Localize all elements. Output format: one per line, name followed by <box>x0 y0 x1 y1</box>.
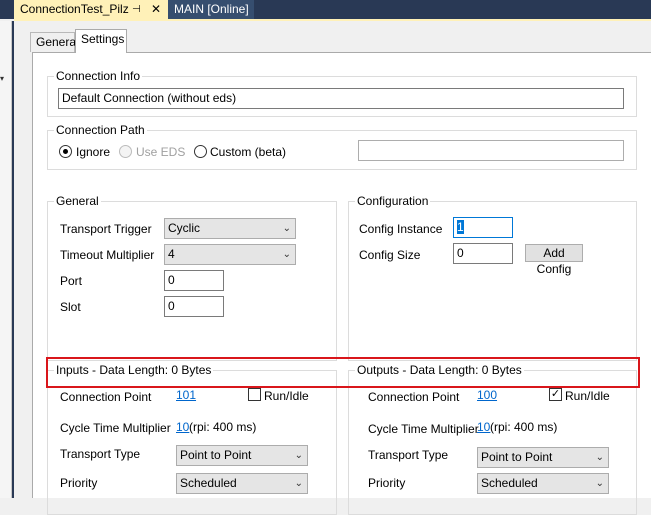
rpi-text: (rpi: 400 ms) <box>490 420 558 434</box>
close-icon[interactable]: ✕ <box>151 0 161 19</box>
port-label: Port <box>60 274 83 288</box>
chevron-down-icon: ⌄ <box>282 249 291 260</box>
tab-general[interactable]: General <box>30 32 79 52</box>
port-input[interactable]: 0 <box>164 270 224 291</box>
cycle-time-multiplier-link[interactable]: 10 <box>477 420 490 434</box>
selected-value: Cyclic <box>168 221 200 235</box>
dropdown-arrow-icon[interactable]: ▾ <box>0 74 11 84</box>
config-size-input[interactable]: 0 <box>453 243 513 264</box>
slot-label: Slot <box>60 300 81 314</box>
selected-value: Scheduled <box>180 476 237 490</box>
connection-point-label: Connection Point <box>368 390 460 404</box>
selected-value: 4 <box>168 247 175 261</box>
selected-text: 1 <box>457 220 464 234</box>
rpi-text: (rpi: 400 ms) <box>189 420 257 434</box>
priority-select[interactable]: Scheduled ⌄ <box>176 473 308 494</box>
settings-panel: Connection Info Default Connection (with… <box>32 52 651 515</box>
cycle-time-multiplier-label: Cycle Time Multiplier <box>368 422 479 436</box>
chevron-down-icon: ⌄ <box>595 452 604 463</box>
chevron-down-icon: ⌄ <box>595 478 604 489</box>
ignore-radio[interactable] <box>59 145 72 158</box>
run-idle-checkbox[interactable] <box>248 388 261 401</box>
use-eds-radio <box>119 145 132 158</box>
document-tab-strip: ConnectionTest_Pilz ⊣ ✕ MAIN [Online] <box>0 0 651 19</box>
group-title: Connection Info <box>54 69 143 83</box>
run-idle-label: Run/Idle <box>264 389 309 403</box>
selected-value: Scheduled <box>481 476 538 490</box>
transport-trigger-select[interactable]: Cyclic ⌄ <box>164 218 296 239</box>
group-title: Connection Path <box>54 123 147 137</box>
connection-point-link[interactable]: 101 <box>176 388 196 402</box>
run-idle-label: Run/Idle <box>565 389 610 403</box>
pin-icon[interactable]: ⊣ <box>132 0 141 19</box>
general-group: General Transport Trigger Cyclic ⌄ Timeo… <box>47 194 337 361</box>
outputs-group: Outputs - Data Length: 0 Bytes Connectio… <box>348 363 637 515</box>
tab-label: MAIN [Online] <box>174 2 249 16</box>
inputs-group: Inputs - Data Length: 0 Bytes Connection… <box>47 363 337 515</box>
tab-connectiontest-pilz[interactable]: ConnectionTest_Pilz ⊣ ✕ <box>14 0 168 19</box>
connection-info-group: Connection Info Default Connection (with… <box>47 69 637 117</box>
config-instance-label: Config Instance <box>359 222 443 236</box>
run-idle-checkbox[interactable]: ✓ <box>549 388 562 401</box>
custom-radio[interactable] <box>194 145 207 158</box>
selected-value: Point to Point <box>180 448 252 462</box>
slot-input[interactable]: 0 <box>164 296 224 317</box>
cycle-time-multiplier-link[interactable]: 10 <box>176 420 189 434</box>
tab-settings[interactable]: Settings <box>75 29 127 53</box>
connection-path-group: Connection Path Ignore Use EDS Custom (b… <box>47 123 637 170</box>
transport-type-label: Transport Type <box>368 448 449 462</box>
transport-trigger-label: Transport Trigger <box>60 222 152 236</box>
group-title: Configuration <box>355 194 431 208</box>
priority-select[interactable]: Scheduled ⌄ <box>477 473 609 494</box>
config-size-label: Config Size <box>359 248 421 262</box>
timeout-multiplier-select[interactable]: 4 ⌄ <box>164 244 296 265</box>
left-pane: ▾ <box>0 21 12 498</box>
add-config-button[interactable]: Add Config <box>525 244 583 276</box>
tab-label: ConnectionTest_Pilz <box>20 2 129 16</box>
configuration-group: Configuration Config Instance 1 Config S… <box>348 194 637 361</box>
editor-area: General Settings Connection Info Default… <box>14 21 651 515</box>
priority-label: Priority <box>60 476 98 490</box>
connection-point-link[interactable]: 100 <box>477 388 497 402</box>
ignore-label: Ignore <box>76 145 111 159</box>
selected-value: Point to Point <box>481 450 553 464</box>
connection-info-field[interactable]: Default Connection (without eds) <box>58 88 624 109</box>
tab-main-online[interactable]: MAIN [Online] <box>168 0 254 19</box>
chevron-down-icon: ⌄ <box>282 223 291 234</box>
group-title: General <box>54 194 101 208</box>
cycle-time-multiplier-label: Cycle Time Multiplier <box>60 421 171 435</box>
transport-type-select[interactable]: Point to Point ⌄ <box>176 445 308 466</box>
highlight-box <box>46 357 640 388</box>
connection-point-label: Connection Point <box>60 390 152 404</box>
transport-type-label: Transport Type <box>60 447 141 461</box>
chevron-down-icon: ⌄ <box>294 450 303 461</box>
custom-path-input[interactable] <box>358 140 624 161</box>
use-eds-label: Use EDS <box>136 145 186 159</box>
chevron-down-icon: ⌄ <box>294 478 303 489</box>
priority-label: Priority <box>368 476 406 490</box>
timeout-multiplier-label: Timeout Multiplier <box>60 248 155 262</box>
custom-label: Custom (beta) <box>210 145 287 159</box>
config-instance-input[interactable]: 1 <box>453 217 513 238</box>
transport-type-select[interactable]: Point to Point ⌄ <box>477 447 609 468</box>
